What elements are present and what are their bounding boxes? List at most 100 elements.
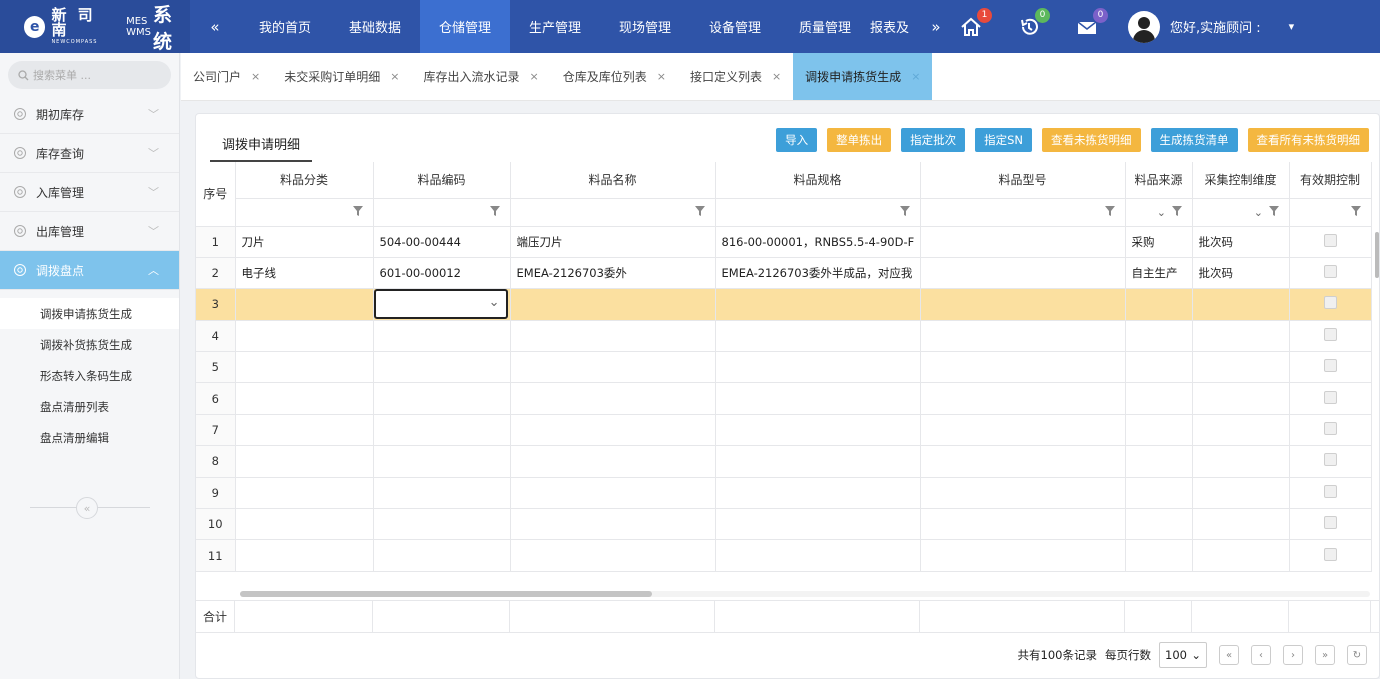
table-cell[interactable] <box>235 477 374 510</box>
table-cell[interactable] <box>1125 445 1193 478</box>
toolbar-button[interactable]: 指定SN <box>975 128 1032 152</box>
table-cell[interactable] <box>510 414 716 447</box>
table-row[interactable]: 8 <box>196 445 1372 478</box>
sidebar-group[interactable]: 期初库存 ﹀ <box>0 95 179 134</box>
sidebar-group[interactable]: 调拨盘点 ︿ <box>0 251 179 290</box>
table-cell[interactable] <box>1125 477 1193 510</box>
column-header[interactable]: 有效期控制 <box>1289 162 1372 199</box>
table-cell[interactable]: 电子线 <box>235 257 374 290</box>
expiry-control-cell[interactable] <box>1289 257 1372 290</box>
close-icon[interactable]: × <box>657 70 666 83</box>
page-tab[interactable]: 库存出入流水记录 × <box>411 53 550 100</box>
table-cell[interactable] <box>373 414 511 447</box>
table-cell[interactable] <box>1125 414 1193 447</box>
expiry-checkbox[interactable] <box>1323 547 1337 561</box>
table-cell[interactable] <box>715 477 921 510</box>
scrollbar-thumb[interactable] <box>240 591 652 597</box>
nav-more-button[interactable]: » <box>916 18 956 36</box>
table-cell[interactable] <box>235 508 374 541</box>
nav-item[interactable]: 基础数据 <box>330 0 420 53</box>
table-cell[interactable] <box>373 351 511 384</box>
home-icon[interactable]: 1 <box>960 7 992 38</box>
table-cell[interactable] <box>235 320 374 353</box>
column-header[interactable]: 料品来源 <box>1125 162 1193 199</box>
expiry-control-cell[interactable] <box>1289 351 1372 384</box>
toolbar-button[interactable]: 生成拣货清单 <box>1150 128 1238 152</box>
next-page-button[interactable]: › <box>1283 645 1303 665</box>
table-row[interactable]: 6 <box>196 382 1372 415</box>
table-cell[interactable] <box>510 351 716 384</box>
table-cell[interactable] <box>1192 288 1290 321</box>
expiry-control-cell[interactable] <box>1289 445 1372 478</box>
table-cell[interactable] <box>235 539 374 572</box>
first-page-button[interactable]: « <box>1219 645 1239 665</box>
expiry-checkbox[interactable] <box>1323 453 1337 467</box>
filter-icon[interactable] <box>489 205 500 219</box>
table-cell[interactable] <box>715 508 921 541</box>
code-select-editor[interactable] <box>373 289 508 320</box>
toolbar-button[interactable]: 指定批次 <box>901 128 966 152</box>
toolbar-button[interactable]: 导入 <box>776 128 818 152</box>
table-row[interactable]: 7 <box>196 414 1372 447</box>
filter-cell[interactable] <box>920 198 1126 227</box>
expiry-checkbox[interactable] <box>1323 327 1337 341</box>
horizontal-scrollbar[interactable] <box>240 591 1370 597</box>
table-cell[interactable]: 自主生产 <box>1125 257 1193 290</box>
filter-cell[interactable] <box>1289 198 1372 227</box>
expiry-checkbox[interactable] <box>1323 296 1337 310</box>
close-icon[interactable]: × <box>911 70 920 83</box>
table-cell[interactable] <box>920 351 1126 384</box>
toolbar-button[interactable]: 整单拣出 <box>827 128 892 152</box>
table-cell[interactable] <box>235 414 374 447</box>
table-cell[interactable]: 批次码 <box>1192 226 1290 258</box>
table-cell[interactable] <box>1192 320 1290 353</box>
table-cell[interactable] <box>510 477 716 510</box>
expiry-checkbox[interactable] <box>1323 265 1337 279</box>
table-cell[interactable] <box>920 445 1126 478</box>
chevron-down-icon[interactable]: ⌄ <box>1157 206 1170 219</box>
table-cell[interactable]: 601-00-00012 <box>373 257 511 290</box>
refresh-button[interactable]: ↻ <box>1347 645 1367 665</box>
nav-item[interactable]: 设备管理 <box>690 0 780 53</box>
column-header[interactable]: 序号 <box>196 162 236 227</box>
expiry-checkbox[interactable] <box>1323 359 1337 373</box>
page-tab[interactable]: 接口定义列表 × <box>678 53 793 100</box>
filter-cell[interactable] <box>510 198 716 227</box>
collapse-menu-button[interactable]: « <box>190 18 240 36</box>
table-row[interactable]: 3 <box>196 288 1372 321</box>
table-row[interactable]: 5 <box>196 351 1372 384</box>
table-cell[interactable] <box>1192 508 1290 541</box>
prev-page-button[interactable]: ‹ <box>1251 645 1271 665</box>
sidebar-collapse-button[interactable]: « <box>76 497 98 519</box>
toolbar-button[interactable]: 查看未拣货明细 <box>1042 128 1141 152</box>
table-cell[interactable]: EMEA-2126703委外半成品，对应我 <box>715 257 921 290</box>
table-cell[interactable] <box>373 445 511 478</box>
expiry-checkbox[interactable] <box>1323 233 1337 247</box>
table-row[interactable]: 10 <box>196 508 1372 541</box>
close-icon[interactable]: × <box>772 70 781 83</box>
sidebar-group[interactable]: 入库管理 ﹀ <box>0 173 179 212</box>
column-header[interactable]: 料品编码 <box>373 162 511 199</box>
table-row[interactable]: 9 <box>196 477 1372 510</box>
close-icon[interactable]: × <box>251 70 260 83</box>
table-cell[interactable] <box>1125 320 1193 353</box>
sidebar-subitem[interactable]: 盘点清册编辑 <box>0 422 179 453</box>
table-row[interactable]: 2 电子线 601-00-00012 EMEA-2126703委外 EMEA-21267… <box>196 257 1372 290</box>
table-row[interactable]: 4 <box>196 320 1372 353</box>
table-row[interactable]: 1 刀片 504-00-00444 端压刀片 816-00-00001，RNBS5.5-… <box>196 226 1372 258</box>
sidebar-group[interactable]: 库存查询 ﹀ <box>0 134 179 173</box>
page-tab[interactable]: 仓库及库位列表 × <box>551 53 678 100</box>
sidebar-subitem[interactable]: 形态转入条码生成 <box>0 360 179 391</box>
table-cell[interactable]: 采购 <box>1125 226 1193 258</box>
table-cell[interactable] <box>715 445 921 478</box>
table-cell[interactable] <box>235 382 374 415</box>
expiry-checkbox[interactable] <box>1323 484 1337 498</box>
table-cell[interactable] <box>920 382 1126 415</box>
per-page-select[interactable]: 100 ⌄ <box>1159 642 1207 668</box>
nav-item[interactable]: 我的首页 <box>240 0 330 53</box>
menu-search-input[interactable]: 搜索菜单 ... <box>8 61 171 89</box>
expiry-checkbox[interactable] <box>1323 390 1337 404</box>
table-cell[interactable] <box>715 288 921 321</box>
expiry-control-cell[interactable] <box>1289 539 1372 572</box>
filter-icon[interactable] <box>1350 205 1361 219</box>
